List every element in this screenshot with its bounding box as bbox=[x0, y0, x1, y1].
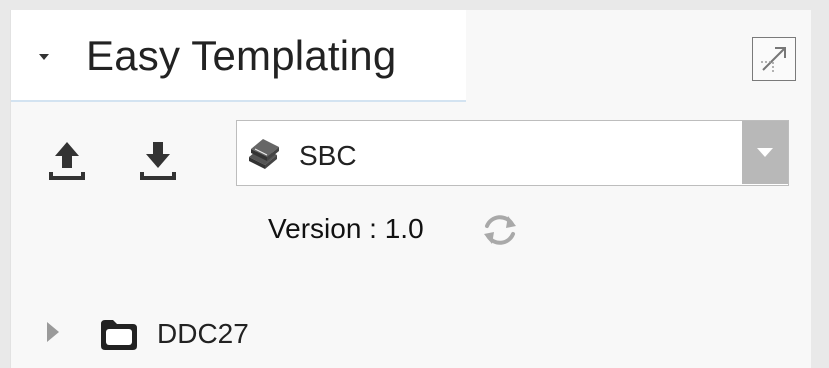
upload-button[interactable] bbox=[47, 138, 87, 182]
refresh-icon[interactable] bbox=[478, 208, 522, 252]
template-select-value: SBC bbox=[299, 140, 357, 171]
download-icon bbox=[140, 142, 176, 180]
download-button[interactable] bbox=[138, 138, 178, 182]
maximize-icon bbox=[761, 47, 786, 74]
caret-down-icon[interactable] bbox=[39, 54, 49, 60]
books-icon bbox=[249, 139, 279, 169]
easy-templating-panel: Easy Templating SBC Version: 1.0 DDC27 bbox=[10, 10, 811, 368]
panel-title: Easy Templating bbox=[86, 32, 397, 79]
folder-icon bbox=[101, 320, 137, 350]
version-label: Version : 1.0 bbox=[268, 213, 424, 244]
chevron-down-icon bbox=[757, 148, 773, 157]
upload-icon bbox=[49, 142, 85, 180]
dropdown-button[interactable] bbox=[742, 121, 788, 184]
panel-header-tab[interactable]: Easy Templating bbox=[11, 10, 466, 102]
tree-expand-icon[interactable] bbox=[47, 322, 59, 342]
maximize-button[interactable] bbox=[752, 37, 796, 81]
app-frame: Easy Templating SBC Version: 1.0 DDC27 bbox=[0, 0, 829, 368]
template-select[interactable]: SBC bbox=[236, 120, 789, 186]
tree-item-label: DDC27 bbox=[157, 318, 249, 349]
